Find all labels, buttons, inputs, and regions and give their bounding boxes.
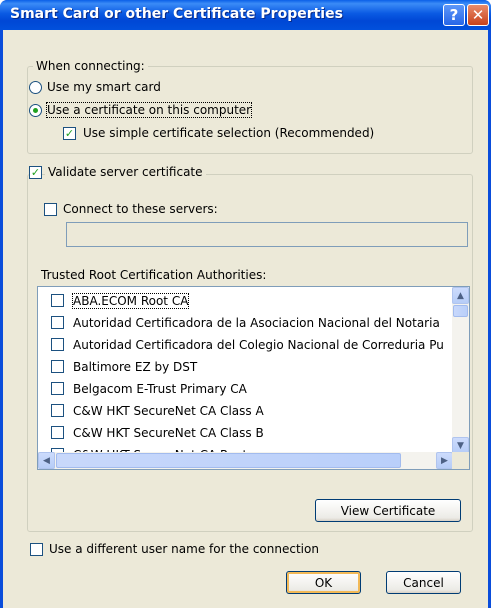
scroll-corner <box>452 452 469 469</box>
list-item-checkbox[interactable] <box>51 338 64 351</box>
list-item[interactable]: Autoridad Certificadora de la Asociacion… <box>38 312 454 334</box>
list-item-label[interactable]: Autoridad Certificadora del Colegio Naci… <box>73 338 444 352</box>
list-item-checkbox[interactable] <box>51 426 64 439</box>
chevron-left-icon: ◀ <box>43 455 50 466</box>
close-button[interactable]: ✕ <box>467 4 489 26</box>
dialog-client-area: When connecting: Use my smart card Use a… <box>3 30 488 608</box>
validate-label[interactable]: Validate server certificate <box>45 165 206 179</box>
list-item-label[interactable]: Baltimore EZ by DST <box>73 360 197 374</box>
connect-servers-label[interactable]: Connect to these servers: <box>63 202 218 216</box>
validate-checkbox[interactable]: ✓ <box>29 166 42 179</box>
servers-input[interactable] <box>66 222 468 247</box>
checkmark-icon: ✓ <box>30 166 41 179</box>
list-item-checkbox[interactable] <box>51 382 64 395</box>
list-item-label[interactable]: Belgacom E-Trust Primary CA <box>73 382 247 396</box>
cancel-button[interactable]: Cancel <box>386 571 461 594</box>
list-item-checkbox[interactable] <box>51 294 64 307</box>
list-item[interactable]: Belgacom E-Trust Primary CA <box>38 378 454 400</box>
help-button[interactable]: ? <box>443 4 465 26</box>
chevron-down-icon: ▼ <box>457 440 464 451</box>
dialog-window: Smart Card or other Certificate Properti… <box>0 0 491 608</box>
scroll-right-button[interactable]: ▶ <box>436 452 453 469</box>
scroll-left-button[interactable]: ◀ <box>38 452 55 469</box>
help-icon: ? <box>449 5 459 24</box>
ok-button[interactable]: OK <box>286 571 361 594</box>
list-item-label[interactable]: C&W HKT SecureNet CA Class A <box>73 404 264 418</box>
horizontal-scroll-thumb[interactable] <box>56 453 401 468</box>
list-item-label[interactable]: ABA.ECOM Root CA <box>71 293 190 309</box>
vertical-scroll-thumb[interactable] <box>453 305 468 317</box>
chevron-up-icon: ▲ <box>457 290 464 301</box>
chevron-right-icon: ▶ <box>441 455 448 466</box>
certificate-radio[interactable] <box>29 104 42 117</box>
list-item[interactable]: C&W HKT SecureNet CA Class B <box>38 422 454 444</box>
list-item-checkbox[interactable] <box>51 360 64 373</box>
trusted-root-label: Trusted Root Certification Authorities: <box>41 268 267 282</box>
scroll-up-button[interactable]: ▲ <box>452 287 469 304</box>
horizontal-scrollbar[interactable]: ◀ ▶ <box>38 452 454 469</box>
list-item-label[interactable]: C&W HKT SecureNet CA Class B <box>73 426 264 440</box>
when-connecting-label: When connecting: <box>33 59 148 73</box>
list-item-label[interactable]: Autoridad Certificadora de la Asociacion… <box>73 316 440 330</box>
list-item-checkbox[interactable] <box>51 316 64 329</box>
simple-selection-checkbox[interactable]: ✓ <box>63 127 76 140</box>
view-certificate-label: View Certificate <box>340 503 436 518</box>
view-certificate-button[interactable]: View Certificate <box>315 499 461 522</box>
different-user-label[interactable]: Use a different user name for the connec… <box>49 542 319 556</box>
connect-servers-checkbox[interactable] <box>44 203 57 216</box>
radio-selected-dot <box>33 108 38 113</box>
ok-label: OK <box>314 575 333 590</box>
certificate-label[interactable]: Use a certificate on this computer <box>45 102 253 118</box>
window-title: Smart Card or other Certificate Properti… <box>10 6 343 22</box>
checkmark-icon: ✓ <box>64 127 75 140</box>
list-item[interactable]: ABA.ECOM Root CA <box>38 290 454 312</box>
vertical-scrollbar[interactable]: ▲ ▼ <box>452 287 469 454</box>
close-icon: ✕ <box>471 5 485 24</box>
trusted-root-list[interactable]: ABA.ECOM Root CA Autoridad Certificadora… <box>37 286 470 470</box>
cancel-label: Cancel <box>403 575 444 590</box>
list-item[interactable]: C&W HKT SecureNet CA Class A <box>38 400 454 422</box>
simple-selection-label[interactable]: Use simple certificate selection (Recomm… <box>83 126 374 140</box>
smart-card-label[interactable]: Use my smart card <box>47 80 161 94</box>
list-item-checkbox[interactable] <box>51 404 64 417</box>
title-bar[interactable]: Smart Card or other Certificate Properti… <box>0 0 491 30</box>
different-user-checkbox[interactable] <box>30 543 43 556</box>
list-item[interactable]: Autoridad Certificadora del Colegio Naci… <box>38 334 454 356</box>
list-item[interactable]: Baltimore EZ by DST <box>38 356 454 378</box>
smart-card-radio[interactable] <box>29 81 42 94</box>
